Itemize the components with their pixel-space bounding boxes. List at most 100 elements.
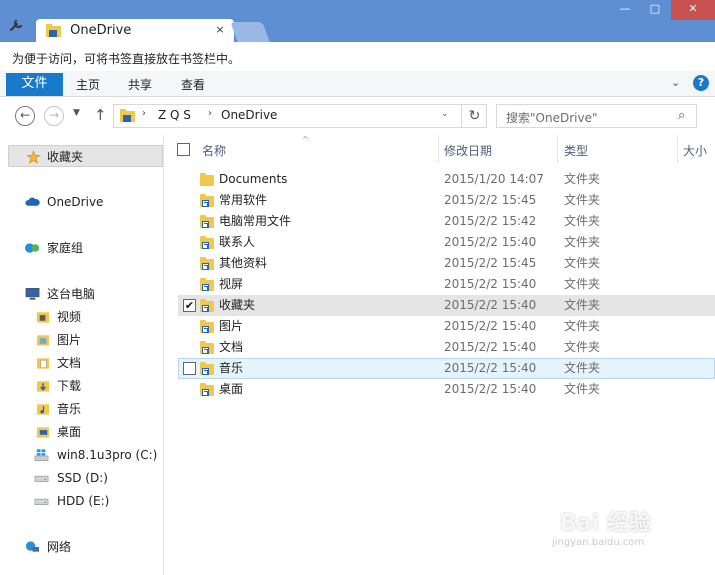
navigation-pane: 收藏夹 OneDrive 家庭组 这台电脑 视频 图片 文档 下载 音乐 桌面 … <box>0 135 164 575</box>
table-row[interactable]: 其他资料 2015/2/2 15:45 文件夹 <box>178 253 715 274</box>
file-name: 其他资料 <box>219 256 268 270</box>
file-type: 文件夹 <box>564 214 601 228</box>
shortcut-folder-icon <box>200 257 214 271</box>
recent-locations-icon[interactable]: ▼ <box>73 108 80 118</box>
sidebar-item-drive-e[interactable]: HDD (E:) <box>0 490 163 512</box>
table-row[interactable]: Documents 2015/1/20 14:07 文件夹 <box>178 169 715 190</box>
column-divider[interactable] <box>677 135 678 163</box>
documents-folder-icon <box>36 358 50 369</box>
file-name: 联系人 <box>219 235 256 249</box>
downloads-folder-icon <box>36 381 50 392</box>
wrench-icon[interactable] <box>9 17 25 33</box>
shortcut-folder-icon <box>200 320 214 334</box>
table-row[interactable]: 桌面 2015/2/2 15:40 文件夹 <box>178 379 715 400</box>
forward-button[interactable]: → <box>44 106 64 126</box>
network-icon <box>25 541 40 552</box>
minimize-button[interactable]: — <box>611 0 639 20</box>
file-name: 常用软件 <box>219 193 268 207</box>
search-icon[interactable]: ⌕ <box>678 108 685 123</box>
up-button[interactable]: ↑ <box>94 106 107 124</box>
column-header-name[interactable]: 名称 <box>202 142 226 159</box>
file-name: 收藏夹 <box>219 298 256 312</box>
table-row[interactable]: 常用软件 2015/2/2 15:45 文件夹 <box>178 190 715 211</box>
maximize-button[interactable]: □ <box>639 0 671 20</box>
file-date: 2015/2/2 15:40 <box>444 319 537 333</box>
table-row-selected[interactable]: ✔ 收藏夹 2015/2/2 15:40 文件夹 <box>178 295 715 316</box>
file-date: 2015/2/2 15:40 <box>444 235 537 249</box>
ribbon-tab-share[interactable]: 共享 <box>128 76 152 93</box>
sidebar-item-label: SSD (D:) <box>57 471 108 485</box>
search-input[interactable]: 搜索"OneDrive" ⌕ <box>496 104 697 128</box>
sidebar-item-pictures[interactable]: 图片 <box>0 329 163 351</box>
address-bar[interactable]: › Z Q S › OneDrive ⌄ ↻ <box>113 104 487 128</box>
address-dropdown-icon[interactable]: ⌄ <box>441 109 449 119</box>
tab-onedrive[interactable]: OneDrive × <box>36 19 234 43</box>
sidebar-item-onedrive[interactable]: OneDrive <box>0 191 163 213</box>
sidebar-item-network[interactable]: 网络 <box>0 536 163 558</box>
table-row[interactable]: 电脑常用文件 2015/2/2 15:42 文件夹 <box>178 211 715 232</box>
shortcut-folder-icon <box>200 362 214 376</box>
file-type: 文件夹 <box>564 382 601 396</box>
sidebar-item-thispc[interactable]: 这台电脑 <box>0 283 163 305</box>
select-all-checkbox[interactable] <box>177 143 190 156</box>
table-row[interactable]: 图片 2015/2/2 15:40 文件夹 <box>178 316 715 337</box>
sidebar-item-favorites[interactable]: 收藏夹 <box>8 145 163 167</box>
sidebar-item-label: 网络 <box>47 540 72 554</box>
sidebar-item-videos[interactable]: 视频 <box>0 306 163 328</box>
ribbon-file-tab[interactable]: 文件 <box>6 73 63 96</box>
file-date: 2015/2/2 15:45 <box>444 193 537 207</box>
breadcrumb-separator[interactable]: › <box>208 108 212 119</box>
breadcrumb-separator[interactable]: › <box>142 108 146 119</box>
sidebar-item-music[interactable]: 音乐 <box>0 398 163 420</box>
shortcut-folder-icon <box>200 236 214 250</box>
refresh-button[interactable]: ↻ <box>461 105 487 127</box>
sidebar-item-homegroup[interactable]: 家庭组 <box>0 237 163 259</box>
column-divider[interactable] <box>557 135 558 163</box>
file-date: 2015/2/2 15:40 <box>444 361 537 375</box>
table-row[interactable]: 视屏 2015/2/2 15:40 文件夹 <box>178 274 715 295</box>
file-name: 文档 <box>219 340 244 354</box>
sidebar-item-drive-d[interactable]: SSD (D:) <box>0 467 163 489</box>
breadcrumb-onedrive[interactable]: OneDrive <box>221 108 277 122</box>
tab-close-icon[interactable]: × <box>214 24 226 36</box>
new-tab-button[interactable] <box>230 22 270 42</box>
column-header-size[interactable]: 大小 <box>683 142 707 159</box>
table-row[interactable]: 文档 2015/2/2 15:40 文件夹 <box>178 337 715 358</box>
music-folder-icon <box>36 404 50 415</box>
shortcut-folder-icon <box>200 194 214 208</box>
ribbon-tab-home[interactable]: 主页 <box>76 76 100 93</box>
row-checkbox[interactable] <box>183 362 196 375</box>
windows-drive-icon <box>34 449 49 461</box>
column-header-date[interactable]: 修改日期 <box>444 142 492 159</box>
file-type: 文件夹 <box>564 277 601 291</box>
sidebar-item-label: OneDrive <box>47 195 104 209</box>
file-date: 2015/2/2 15:42 <box>444 214 537 228</box>
sidebar-item-documents[interactable]: 文档 <box>0 352 163 374</box>
file-name: 图片 <box>219 319 244 333</box>
ribbon-expand-icon[interactable]: ⌄ <box>671 76 680 89</box>
close-button[interactable]: ✕ <box>671 0 715 20</box>
back-button[interactable]: ← <box>15 106 35 126</box>
column-divider[interactable] <box>438 135 439 163</box>
table-row-hovered[interactable]: 音乐 2015/2/2 15:40 文件夹 <box>178 358 715 379</box>
sort-arrow-icon: ^ <box>302 135 309 144</box>
table-row[interactable]: 联系人 2015/2/2 15:40 文件夹 <box>178 232 715 253</box>
desktop-folder-icon <box>36 427 50 438</box>
sidebar-item-label: 文档 <box>57 356 82 370</box>
sidebar-item-drive-c[interactable]: win8.1u3pro (C:) <box>0 444 163 466</box>
navigation-bar: ← → ▼ ↑ › Z Q S › OneDrive ⌄ ↻ 搜索"OneDri… <box>0 97 715 135</box>
row-checkbox[interactable]: ✔ <box>183 299 196 312</box>
help-icon[interactable]: ? <box>693 75 709 91</box>
folder-icon <box>120 109 135 122</box>
ribbon-tab-view[interactable]: 查看 <box>181 76 205 93</box>
search-placeholder: 搜索"OneDrive" <box>506 111 598 125</box>
sidebar-item-downloads[interactable]: 下载 <box>0 375 163 397</box>
shortcut-folder-icon <box>200 383 214 397</box>
sidebar-item-desktop[interactable]: 桌面 <box>0 421 163 443</box>
breadcrumb-user[interactable]: Z Q S <box>158 108 191 122</box>
column-header-type[interactable]: 类型 <box>564 142 588 159</box>
file-name: Documents <box>219 172 288 186</box>
shortcut-folder-icon <box>200 341 214 355</box>
file-type: 文件夹 <box>564 319 601 333</box>
watermark-logo: Bai 经验 <box>560 511 651 536</box>
